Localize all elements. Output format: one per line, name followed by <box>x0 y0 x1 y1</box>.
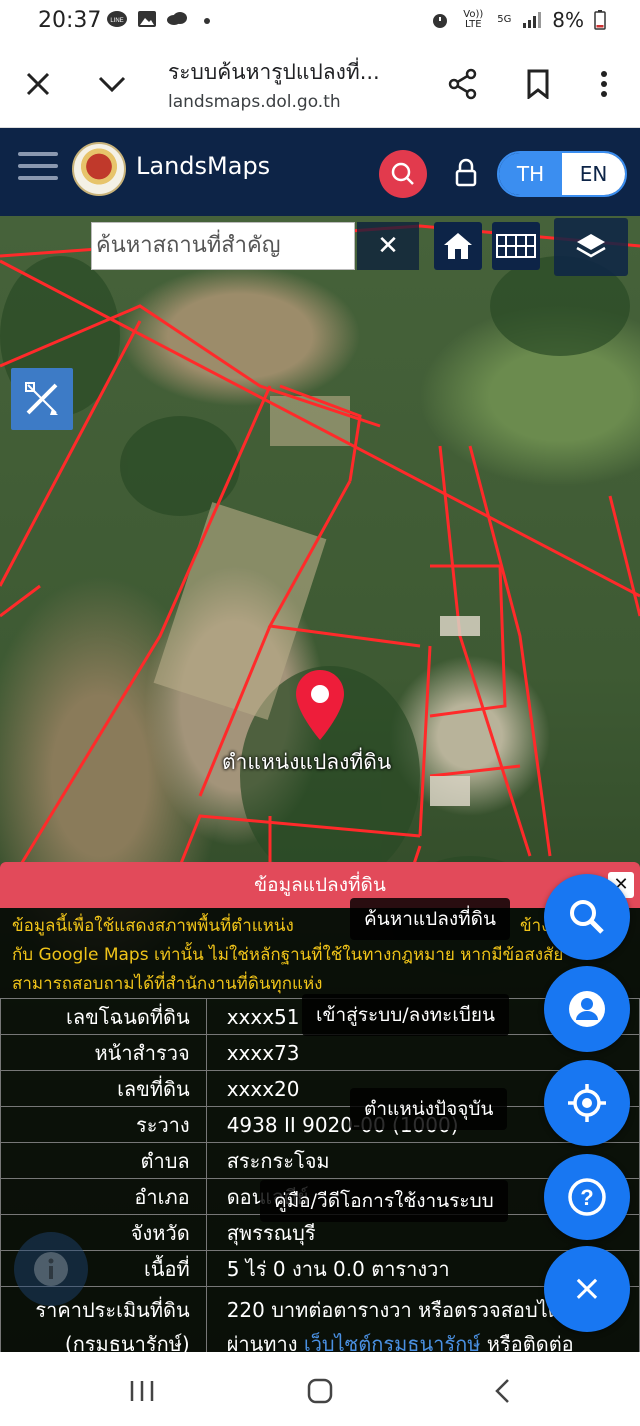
pin-label: ตำแหน่งแปลงที่ดิน <box>222 750 392 774</box>
svg-text:LINE: LINE <box>110 18 123 24</box>
bookmark-icon[interactable] <box>518 64 558 104</box>
table-row: ราคาประเมินที่ดิน (กรมธนารักษ์) 220 บาทต่… <box>0 1286 640 1362</box>
close-tab-icon[interactable] <box>18 64 58 104</box>
chevron-down-icon[interactable] <box>92 64 132 104</box>
row-key: หน้าสำรวจ <box>0 1034 207 1071</box>
table-row: ตำบล สระกระโจม <box>0 1142 640 1179</box>
search-icon <box>570 900 604 934</box>
volte-indicator: Vo)) LTE <box>463 9 484 30</box>
battery-icon <box>594 10 606 30</box>
app-name: LandsMaps <box>136 152 271 180</box>
table-row: ระวาง 4938 II 9020-00 (1000) <box>0 1106 640 1143</box>
help-glyph: ? <box>580 1185 593 1210</box>
notice-line-2: กับ Google Maps เท่านั้น ไม่ใช่หลักฐานที… <box>12 945 564 965</box>
manual-tooltip: คู่มือ/วีดีโอการใช้งานระบบ <box>260 1180 508 1222</box>
search-icon <box>391 162 414 185</box>
current-location-tooltip: ตำแหน่งปัจจุบัน <box>350 1088 508 1130</box>
current-location-fab[interactable] <box>544 1060 630 1146</box>
status-bar: 20:37 LINE Vo)) LTE 5G 8% <box>0 0 640 44</box>
manual-fab[interactable]: ? <box>544 1154 630 1240</box>
signal-icon <box>523 12 542 28</box>
home-icon <box>444 233 472 259</box>
parcel-location-pin-icon[interactable] <box>293 668 347 746</box>
parcel-info-header: ข้อมูลแปลงที่ดิน <box>0 862 640 908</box>
lang-th-option[interactable]: TH <box>499 153 562 195</box>
login-fab[interactable] <box>544 966 630 1052</box>
header-search-button[interactable] <box>379 150 427 198</box>
row-key: เลขโฉนดที่ดิน <box>0 998 207 1035</box>
grid-button[interactable] <box>492 222 540 270</box>
help-icon: ? <box>568 1178 606 1216</box>
login-tooltip: เข้าสู่ระบบ/ลงทะเบียน <box>302 994 510 1036</box>
gallery-icon <box>136 10 158 30</box>
clear-search-button[interactable]: ✕ <box>357 222 419 270</box>
search-parcel-fab[interactable] <box>544 874 630 960</box>
close-icon: × <box>571 1268 603 1309</box>
browser-page-title: ระบบค้นหารูปแปลงที่... <box>168 60 380 84</box>
info-icon[interactable] <box>14 1232 88 1306</box>
close-fab-menu[interactable]: × <box>544 1246 630 1332</box>
user-circle-icon <box>569 991 605 1027</box>
network-indicator: 5G <box>497 14 512 25</box>
status-time: 20:37 <box>38 8 102 33</box>
cloud-icon <box>166 10 188 30</box>
notification-icons: LINE <box>106 10 218 30</box>
language-toggle[interactable]: TH EN <box>497 151 627 197</box>
row-key: เลขที่ดิน <box>0 1070 207 1107</box>
lock-icon[interactable] <box>452 156 480 190</box>
back-nav-icon[interactable] <box>482 1374 522 1408</box>
more-vert-icon[interactable] <box>584 64 624 104</box>
line-app-icon: LINE <box>106 10 128 30</box>
row-key: ตำบล <box>0 1142 207 1179</box>
search-parcel-tooltip: ค้นหาแปลงที่ดิน <box>350 898 510 940</box>
android-nav-bar <box>0 1352 640 1426</box>
crosshair-icon <box>568 1084 606 1122</box>
home-button[interactable] <box>434 222 482 270</box>
dol-logo <box>72 142 126 196</box>
row-key: อำเภอ <box>0 1178 207 1215</box>
measure-tool-button[interactable] <box>11 368 73 430</box>
recent-apps-icon[interactable] <box>122 1374 162 1408</box>
status-right: Vo)) LTE 5G 8% <box>430 8 606 32</box>
battery-percent: 8% <box>552 8 584 32</box>
layers-icon <box>576 234 606 258</box>
notice-line-1: ข้อมูลนี้เพื่อใช้แสดงสภาพพื้นที่ตำแหน่งข… <box>12 912 628 941</box>
place-search-input[interactable]: ค้นหาสถานที่สำคัญ <box>91 222 355 270</box>
table-row: หน้าสำรวจ xxxx73 <box>0 1034 640 1071</box>
app-header: LandsMaps TH EN <box>0 128 640 216</box>
dot-icon <box>196 10 218 30</box>
alarm-icon <box>433 14 448 28</box>
layers-button[interactable] <box>554 218 628 276</box>
home-nav-icon[interactable] <box>300 1374 340 1408</box>
hamburger-menu-icon[interactable] <box>18 152 58 186</box>
browser-toolbar: ระบบค้นหารูปแปลงที่... landsmaps.dol.go.… <box>0 44 640 128</box>
share-icon[interactable] <box>443 64 483 104</box>
browser-url[interactable]: landsmaps.dol.go.th <box>168 92 341 112</box>
notice-text-1: ข้อมูลนี้เพื่อใช้แสดงสภาพพื้นที่ตำแหน่ง <box>12 916 294 936</box>
row-key: ระวาง <box>0 1106 207 1143</box>
ruler-pencil-icon <box>25 382 58 415</box>
lang-en-option[interactable]: EN <box>562 153 625 195</box>
grid-icon <box>496 234 536 258</box>
